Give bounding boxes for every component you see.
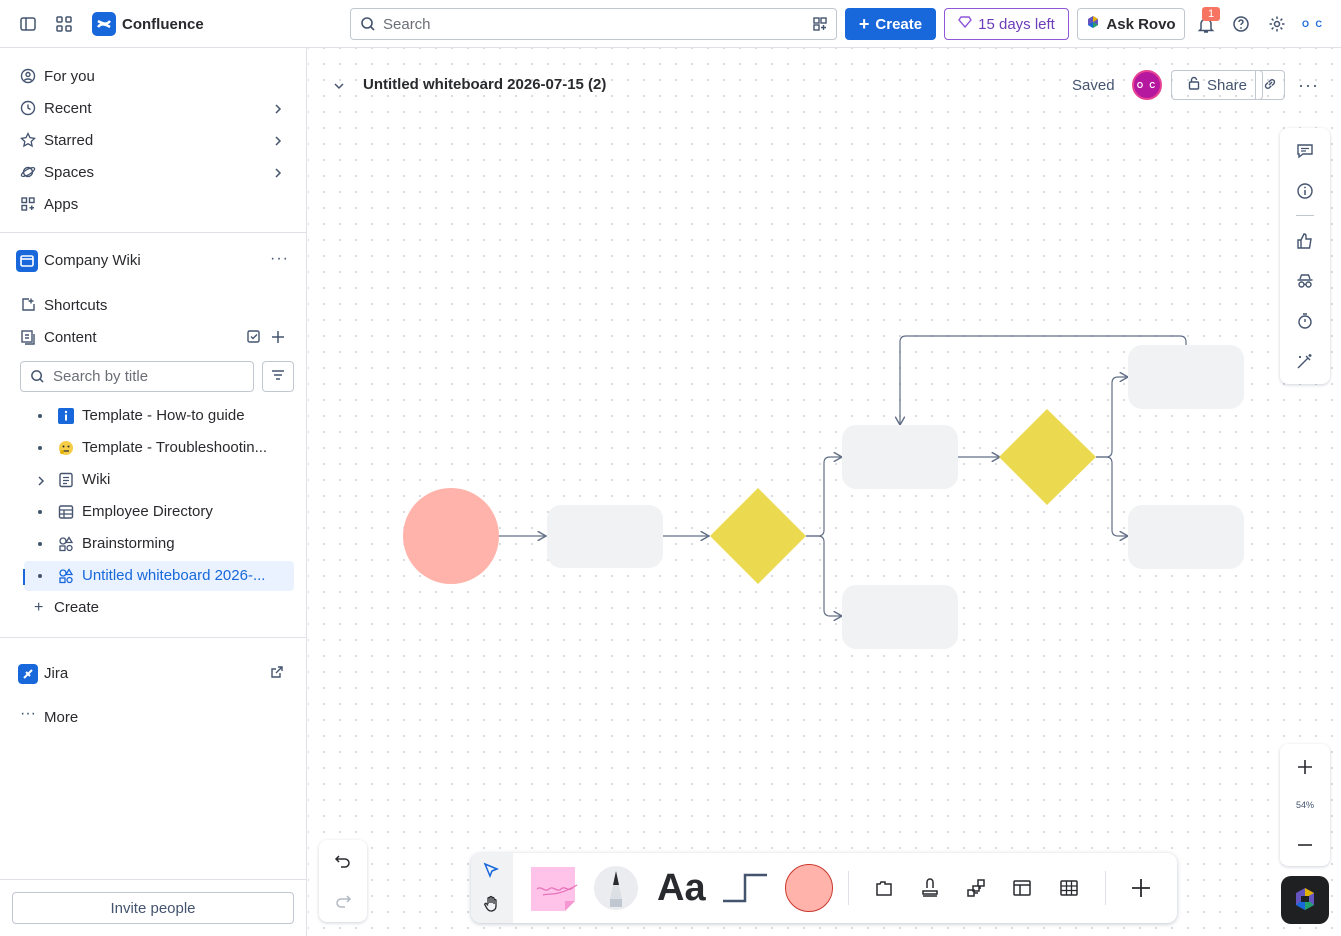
lock-icon — [1187, 76, 1201, 94]
incognito-icon[interactable] — [1296, 272, 1314, 290]
process-box-shape — [1128, 345, 1244, 409]
rovo-chat-button[interactable] — [1281, 876, 1329, 924]
undo-icon[interactable] — [334, 852, 352, 873]
shape-tool-circle-icon[interactable] — [784, 863, 834, 916]
pointer-tool-group — [471, 853, 513, 923]
share-button[interactable]: Share — [1171, 70, 1263, 100]
zoom-controls: 54% — [1280, 744, 1330, 866]
more-tools-plus-icon[interactable] — [1130, 877, 1152, 902]
zoom-in-plus-icon[interactable] — [1296, 758, 1314, 779]
process-box-shape — [547, 505, 663, 568]
stamp-icon[interactable] — [920, 878, 940, 901]
whiteboard-toolbar: Aa — [471, 853, 1177, 923]
sticky-note-tool-icon[interactable] — [529, 865, 583, 916]
process-box-shape — [842, 425, 958, 489]
rovo-icon — [1292, 886, 1318, 915]
connector-line-tool-icon[interactable] — [721, 873, 769, 906]
select-cursor-icon[interactable] — [482, 861, 500, 882]
page-title[interactable]: Untitled whiteboard 2026-07-15 (2) — [363, 76, 606, 93]
decision-diamond-shape — [710, 488, 806, 584]
timer-icon[interactable] — [1296, 312, 1314, 330]
text-tool-icon[interactable]: Aa — [657, 867, 706, 910]
connector — [1096, 377, 1128, 458]
template-layout-icon[interactable] — [1012, 878, 1032, 901]
hand-pan-icon[interactable] — [482, 895, 500, 916]
collaborator-avatar[interactable]: O C — [1132, 70, 1162, 100]
connector — [806, 457, 842, 537]
undo-redo-controls — [319, 840, 367, 922]
share-label: Share — [1206, 76, 1248, 94]
comment-icon[interactable] — [1296, 142, 1314, 160]
save-status: Saved — [1072, 77, 1115, 94]
pen-draw-tool-icon[interactable] — [593, 865, 639, 914]
redo-icon[interactable] — [334, 892, 352, 913]
organize-blocks-icon[interactable] — [966, 878, 986, 901]
process-box-shape — [1128, 505, 1244, 569]
info-icon[interactable] — [1296, 182, 1314, 200]
flowchart-diagram — [403, 335, 1244, 649]
table-grid-icon[interactable] — [1059, 878, 1079, 901]
decision-diamond-shape — [999, 409, 1096, 505]
whiteboard-header: Untitled whiteboard 2026-07-15 (2) Saved… — [308, 60, 1341, 110]
connector — [806, 535, 842, 616]
zoom-level[interactable]: 54% — [1280, 800, 1330, 810]
toolbar-divider — [1105, 871, 1106, 905]
thumbs-up-icon[interactable] — [1296, 232, 1314, 250]
collapse-chevron-icon[interactable] — [332, 79, 346, 96]
rail-divider — [1296, 215, 1314, 216]
connector — [1096, 456, 1128, 536]
frame-section-icon[interactable] — [874, 878, 894, 901]
toolbar-divider — [848, 871, 849, 905]
copy-link-button[interactable] — [1255, 70, 1285, 100]
zoom-out-minus-icon[interactable] — [1296, 836, 1314, 857]
link-icon — [1262, 76, 1278, 95]
process-box-shape — [842, 585, 958, 649]
right-tool-rail — [1280, 128, 1330, 384]
start-circle-shape — [403, 488, 499, 584]
more-actions-icon[interactable]: ··· — [1298, 75, 1319, 96]
magic-wand-icon[interactable] — [1296, 352, 1314, 370]
